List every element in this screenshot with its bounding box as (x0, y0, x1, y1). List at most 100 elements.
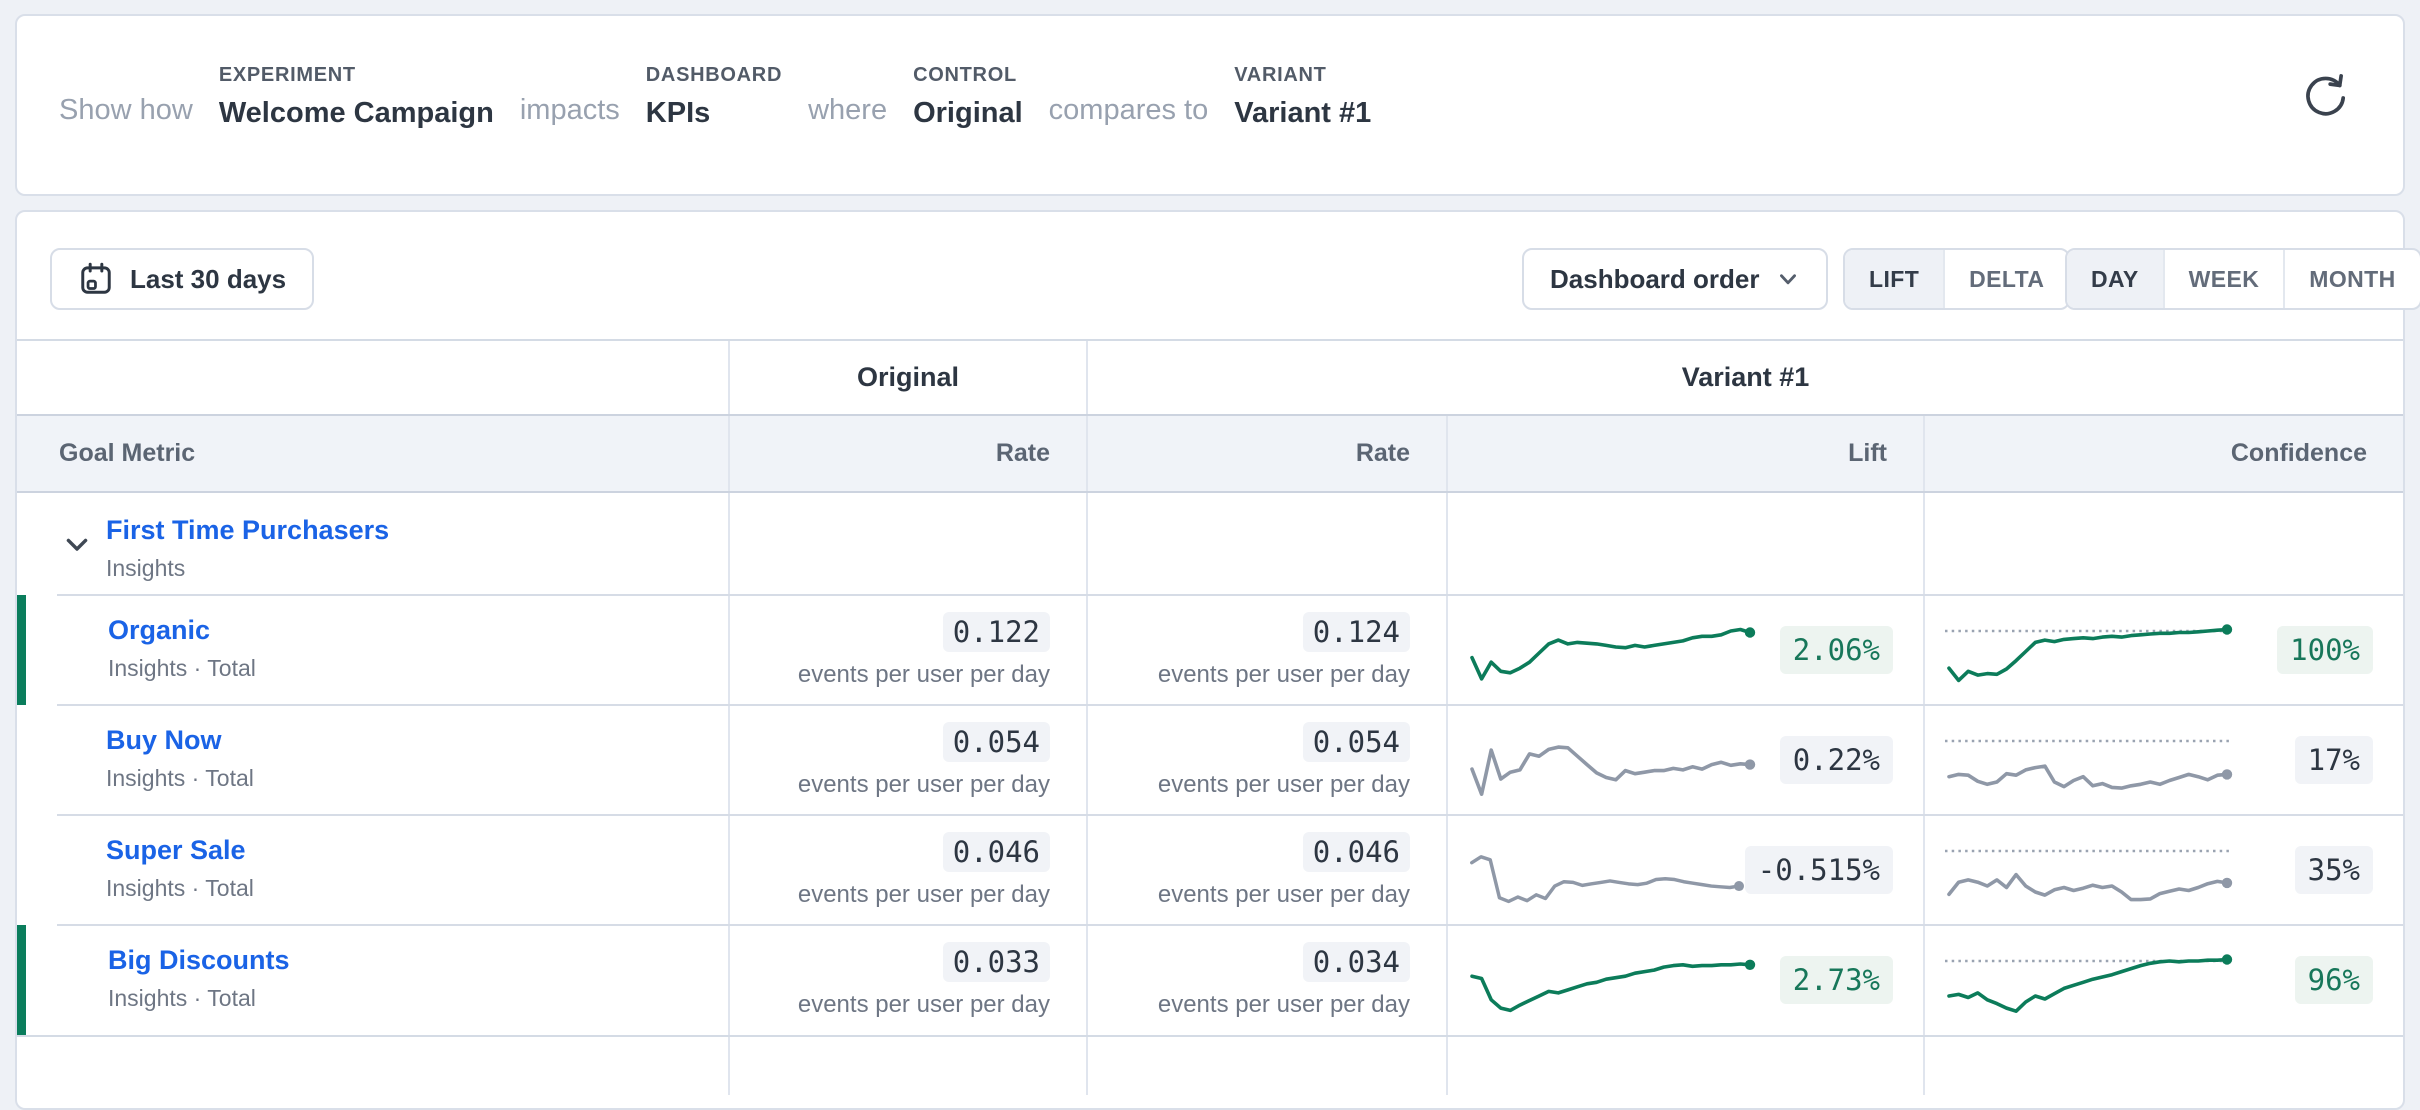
variant-selector[interactable]: VARIANTVariant #1 (1234, 64, 1371, 130)
confidence-value: 100% (2277, 626, 2373, 674)
rate-column-header: Rate (728, 416, 1086, 491)
sparkline-end-dot (2222, 954, 2232, 964)
metric-link[interactable]: Big Discounts (108, 945, 290, 976)
experiment-summary-panel: Show howEXPERIMENTWelcome Campaignimpact… (15, 14, 2405, 196)
metric-name-cell: Big DiscountsInsights · Total (17, 925, 728, 1035)
rate-cell: 0.034events per user per day (1086, 925, 1446, 1035)
group-metric-link[interactable]: First Time Purchasers (106, 515, 389, 546)
sparkline-end-dot (2222, 769, 2232, 779)
lift-toggle-option[interactable]: LIFT (1845, 250, 1943, 308)
lift-cell: -0.515% (1446, 815, 1923, 925)
variant-header-row: Original Variant #1 (17, 341, 2403, 414)
empty-cell (1446, 493, 1923, 595)
confidence-value: 96% (2295, 956, 2373, 1004)
trend-sparkline (1466, 826, 1745, 914)
sparkline-end-dot (1745, 759, 1755, 769)
lift-cell: 2.06% (1446, 595, 1923, 705)
empty-cell (1086, 493, 1446, 595)
day-toggle-option[interactable]: DAY (2067, 250, 2163, 308)
rate-cell: 0.124events per user per day (1086, 595, 1446, 705)
metric-row: Big DiscountsInsights · Total0.033events… (17, 925, 2403, 1035)
summary-connector: Show how (59, 95, 193, 130)
empty-cell (1923, 493, 2403, 595)
control-column-header: Original (728, 341, 1086, 414)
collapse-chevron-icon[interactable] (61, 529, 93, 561)
metric-subtitle: Insights · Total (108, 655, 728, 682)
goal-metric-column-header: Goal Metric (17, 416, 728, 491)
dashboard-order-dropdown[interactable]: Dashboard order (1522, 248, 1828, 310)
dashboard-selector[interactable]: DASHBOARD KPIs (646, 64, 782, 130)
metric-name-cell: Buy Now Insights · Total (17, 705, 728, 815)
sparkline-path (1472, 964, 1750, 1010)
empty-cell (1086, 1037, 1446, 1095)
empty-cell (728, 1037, 1086, 1095)
sparkline-path (1949, 630, 2227, 681)
rate-unit: events per user per day (1158, 661, 1410, 689)
calendar-icon (78, 261, 114, 297)
metric-link[interactable]: Buy Now (106, 725, 222, 756)
sparkline-end-dot (1745, 960, 1755, 970)
confidence-cell: 96% (1923, 925, 2403, 1035)
sparkline-path (1949, 960, 2227, 1012)
lift-cell: 0.22% (1446, 705, 1923, 815)
rate-unit: events per user per day (798, 661, 1050, 689)
dashboard-label: DASHBOARD (646, 64, 782, 87)
results-table: Original Variant #1 Goal Metric Rate Rat… (17, 339, 2403, 1095)
rate-unit: events per user per day (1158, 881, 1410, 909)
metric-link[interactable]: Super Sale (106, 835, 246, 866)
experiment-value: Welcome Campaign (219, 98, 494, 130)
lift-value: -0.515% (1745, 846, 1893, 894)
date-range-button[interactable]: Last 30 days (50, 248, 314, 310)
delta-toggle-option[interactable]: DELTA (1943, 250, 2068, 308)
rate-unit: events per user per day (798, 991, 1050, 1019)
sparkline-path (1472, 630, 1750, 679)
significance-bar (17, 925, 26, 1035)
sparkline-end-dot (2222, 624, 2232, 634)
day-week-month-toggle: DAYWEEKMONTH (2065, 248, 2420, 310)
empty-cell (1923, 1037, 2403, 1095)
lift-value: 2.06% (1780, 626, 1893, 674)
trend-sparkline (1943, 826, 2233, 914)
clipped-next-row (17, 1035, 2403, 1095)
week-toggle-option[interactable]: WEEK (2163, 250, 2284, 308)
trend-sparkline (1943, 606, 2233, 694)
lift-delta-toggle: LIFTDELTA (1843, 248, 2070, 310)
variant-label: VARIANT (1234, 64, 1371, 87)
sparkline-end-dot (1734, 881, 1744, 891)
group-metric-subtitle: Insights (106, 555, 728, 582)
chevron-down-icon (1776, 267, 1800, 291)
rate-value: 0.122 (943, 612, 1050, 652)
summary-connector: compares to (1049, 95, 1209, 130)
empty-cell (17, 1037, 728, 1095)
experiment-selector[interactable]: EXPERIMENT Welcome Campaign (219, 64, 494, 130)
rate-unit: events per user per day (1158, 991, 1410, 1019)
lift-value: 0.22% (1780, 736, 1893, 784)
metric-link[interactable]: Organic (108, 615, 210, 646)
trend-sparkline (1466, 936, 1756, 1024)
trend-sparkline (1943, 716, 2233, 804)
rate-unit: events per user per day (798, 771, 1050, 799)
confidence-cell: 35% (1923, 815, 2403, 925)
trend-sparkline (1466, 606, 1756, 694)
rate-value: 0.054 (1303, 722, 1410, 762)
empty-cell (728, 493, 1086, 595)
month-toggle-option[interactable]: MONTH (2283, 250, 2419, 308)
metric-row: Buy Now Insights · Total 0.054 events per u… (17, 705, 2403, 815)
confidence-cell: 17% (1923, 705, 2403, 815)
control-label: CONTROL (913, 64, 1023, 87)
control-selector[interactable]: CONTROL Original (913, 64, 1023, 130)
rate-cell: 0.046events per user per day (1086, 815, 1446, 925)
refresh-button[interactable] (2299, 72, 2351, 124)
experiment-label: EXPERIMENT (219, 64, 494, 87)
metric-row: Super SaleInsights · Total0.046events pe… (17, 815, 2403, 925)
rate-value: 0.054 (943, 722, 1050, 762)
dashboard-value: KPIs (646, 98, 782, 130)
significance-bar (17, 595, 26, 705)
column-header-row: Goal Metric Rate Rate Lift Confidence (17, 414, 2403, 493)
sparkline-path (1949, 875, 2227, 900)
control-value: Original (913, 98, 1023, 130)
rate-cell: 0.046events per user per day (728, 815, 1086, 925)
confidence-value: 35% (2295, 846, 2373, 894)
metric-subtitle: Insights · Total (106, 765, 728, 792)
spacer-cell (17, 341, 728, 414)
